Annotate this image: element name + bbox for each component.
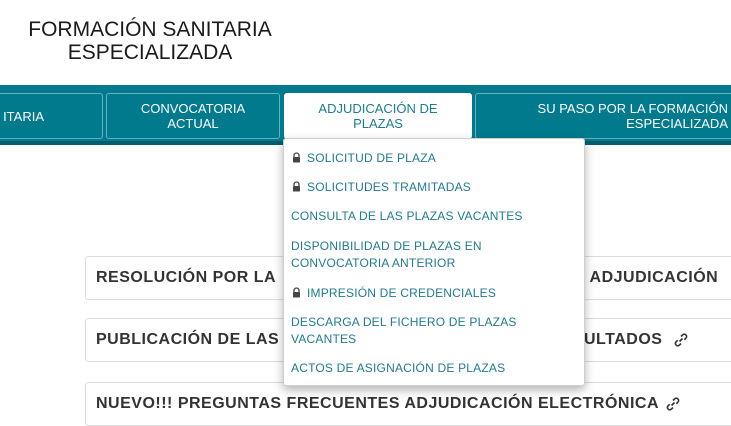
adjudicacion-dropdown-menu: SOLICITUD DE PLAZA SOLICITUDES TRAMITADA… <box>283 138 585 386</box>
nav-tab-formacion-sanitaria[interactable]: ITARIA <box>0 93 103 139</box>
site-title-line2: ESPECIALIZADA <box>67 41 233 64</box>
card-title-left: PUBLICACIÓN DE LAS <box>96 331 280 348</box>
site-title: FORMACIÓN SANITARIA ESPECIALIZADA <box>0 18 300 64</box>
menu-item-label: CONSULTA DE LAS PLAZAS VACANTES <box>291 209 523 223</box>
menu-item-impresion-credenciales[interactable]: IMPRESIÓN DE CREDENCIALES <box>291 285 579 302</box>
nav-tab-label: ITARIA <box>3 108 44 124</box>
link-icon <box>666 397 680 411</box>
menu-item-consulta-plazas-vacantes[interactable]: CONSULTA DE LAS PLAZAS VACANTES <box>291 208 579 225</box>
menu-item-solicitudes-tramitadas[interactable]: SOLICITUDES TRAMITADAS <box>291 179 579 196</box>
site-title-line1: FORMACIÓN SANITARIA <box>28 18 272 41</box>
nav-tab-su-paso-por-la-formacion[interactable]: SU PASO POR LA FORMACIÓN ESPECIALIZADA <box>475 93 731 139</box>
menu-item-label: DESCARGA DEL FICHERO DE PLAZAS VACANTES <box>291 315 517 346</box>
card-title-right-group: ULTADOS <box>584 331 689 349</box>
nav-tab-adjudicacion-de-plazas[interactable]: ADJUDICACIÓN DE PLAZAS <box>284 93 472 139</box>
lock-icon <box>293 287 300 298</box>
menu-item-label: IMPRESIÓN DE CREDENCIALES <box>307 286 497 300</box>
news-card-preguntas-frecuentes[interactable]: NUEVO!!! PREGUNTAS FRECUENTES ADJUDICACI… <box>85 382 731 426</box>
card-title-left: RESOLUCIÓN POR LA <box>96 269 277 286</box>
card-title-right: E ADJUDICACIÓN <box>574 269 719 286</box>
menu-item-label: ACTOS DE ASIGNACIÓN DE PLAZAS <box>291 361 506 375</box>
menu-item-disponibilidad-plazas[interactable]: DISPONIBILIDAD DE PLAZAS EN CONVOCATORIA … <box>291 238 579 272</box>
menu-item-label: SOLICITUD DE PLAZA <box>307 151 436 165</box>
lock-icon <box>293 152 300 163</box>
nav-tab-label: ADJUDICACIÓN DE PLAZAS <box>318 101 438 131</box>
nav-tab-convocatoria-actual[interactable]: CONVOCATORIA ACTUAL <box>106 93 280 139</box>
nav-tab-label: SU PASO POR LA FORMACIÓN ESPECIALIZADA <box>537 101 728 131</box>
menu-item-label: SOLICITUDES TRAMITADAS <box>307 180 471 194</box>
card-title: NUEVO!!! PREGUNTAS FRECUENTES ADJUDICACI… <box>96 395 660 412</box>
lock-icon <box>293 181 300 192</box>
menu-item-descarga-fichero-plazas[interactable]: DESCARGA DEL FICHERO DE PLAZAS VACANTES <box>291 314 579 348</box>
menu-item-solicitud-de-plaza[interactable]: SOLICITUD DE PLAZA <box>291 150 579 167</box>
nav-tab-label: CONVOCATORIA ACTUAL <box>140 101 246 131</box>
link-icon <box>675 333 688 347</box>
menu-item-actos-asignacion[interactable]: ACTOS DE ASIGNACIÓN DE PLAZAS <box>291 360 579 377</box>
main-navbar: ITARIA CONVOCATORIA ACTUAL ADJUDICACIÓN D… <box>0 85 731 145</box>
menu-item-label: DISPONIBILIDAD DE PLAZAS EN CONVOCATORIA … <box>291 239 482 270</box>
card-title-right: ULTADOS <box>584 331 663 348</box>
